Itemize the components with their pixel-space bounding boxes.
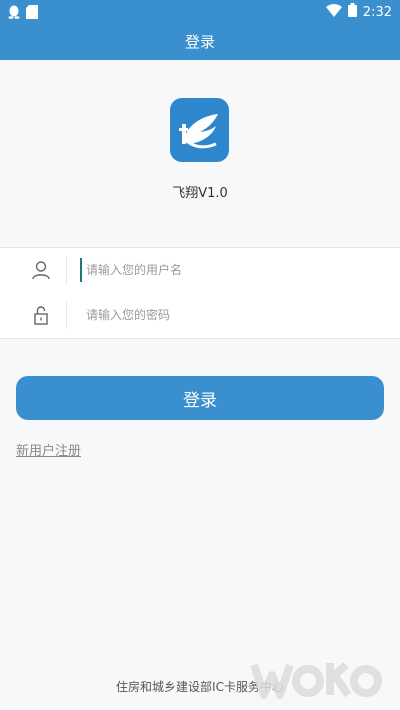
app-bar: 登录 [0, 22, 400, 60]
status-time: 2:32 [362, 4, 392, 20]
feather-logo-icon [170, 98, 229, 162]
username-row [0, 247, 400, 294]
user-icon [31, 260, 51, 280]
login-button[interactable]: 登录 [16, 376, 384, 420]
register-link[interactable]: 新用户注册 [16, 440, 81, 459]
watermark-logo [246, 655, 396, 703]
wifi-icon [325, 3, 342, 21]
username-input[interactable] [80, 258, 386, 282]
battery-icon [347, 3, 357, 21]
unlock-icon [31, 305, 51, 325]
qq-penguin-icon [8, 4, 20, 23]
username-divider [66, 257, 67, 284]
page-title: 登录 [184, 32, 215, 51]
status-bar: 2:32 [0, 0, 400, 22]
login-screen: 2:32 登录 飞翔V1.0 请输入您的用户名 登录 新用户注册 住房和城乡建设… [0, 0, 400, 710]
app-name: 飞翔V1.0 [172, 186, 228, 201]
password-input[interactable] [80, 303, 386, 327]
password-divider [66, 302, 67, 329]
password-row [0, 293, 400, 339]
sim-card-icon [26, 4, 38, 23]
